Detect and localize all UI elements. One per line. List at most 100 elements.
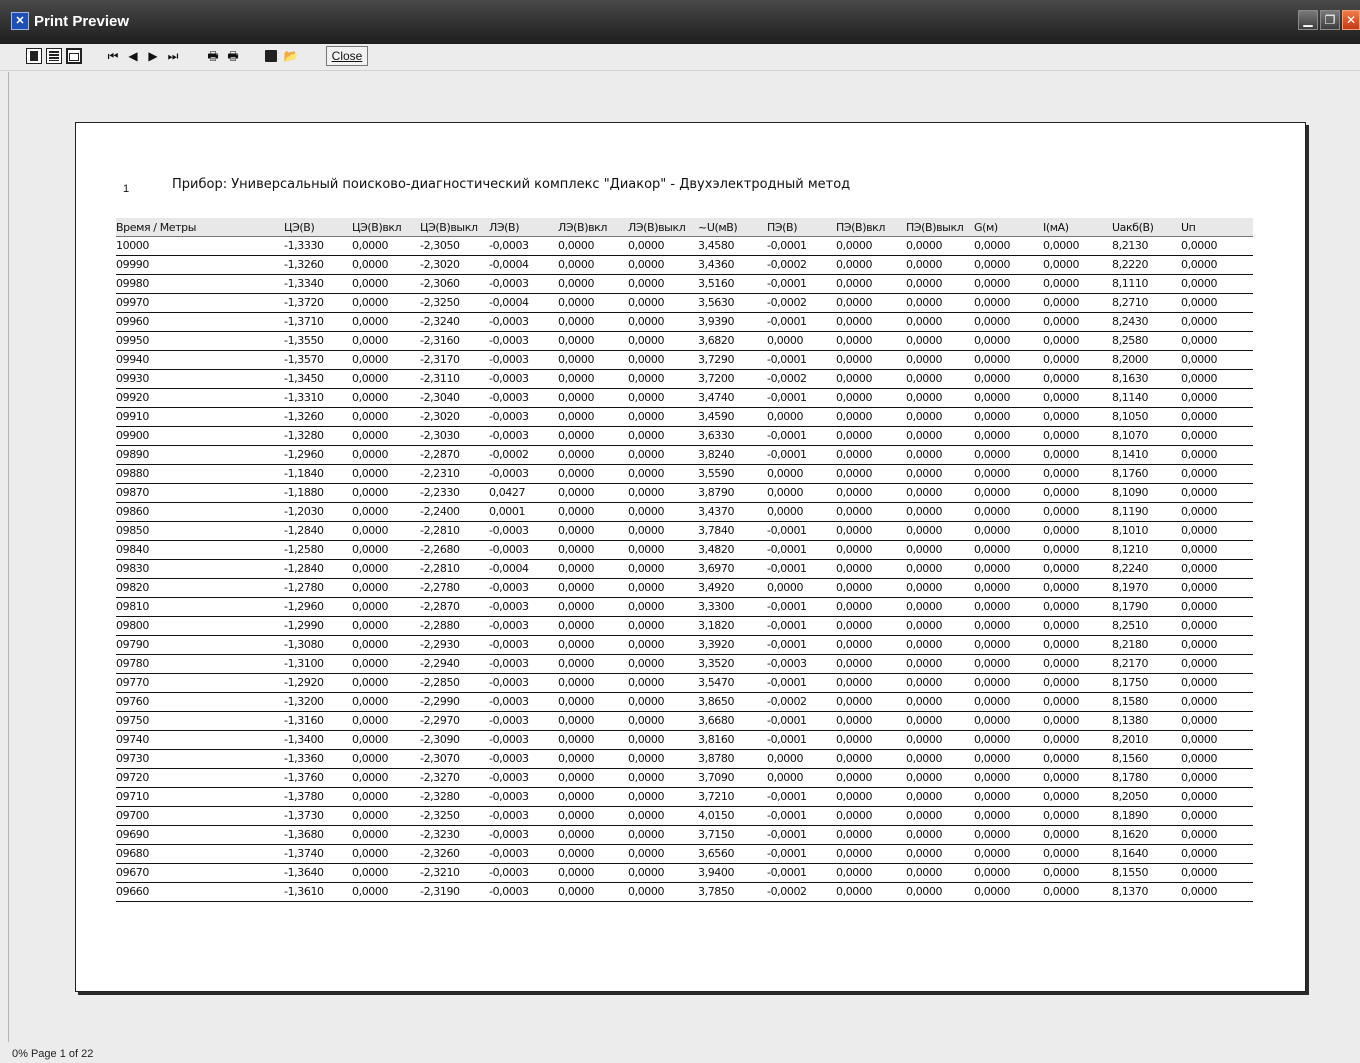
table-row: 09900 -1,3280 0,0000 -2,3030 -0,0003 0,0000 0,… [116, 427, 1253, 446]
table-cell: 0,0000 [558, 866, 595, 879]
table-cell: 3,7200 [698, 372, 735, 385]
table-cell: -1,3450 [284, 372, 324, 385]
print-setup-icon[interactable]: 🖶 [205, 48, 221, 64]
table-cell: 0,0000 [1043, 733, 1080, 746]
table-cell: 0,0000 [628, 771, 665, 784]
save-icon[interactable] [263, 48, 279, 64]
table-cell: 0,0000 [906, 657, 943, 670]
table-cell: 0,0000 [628, 334, 665, 347]
table-cell: 8,2010 [1112, 733, 1149, 746]
table-cell: 3,8650 [698, 695, 735, 708]
last-page-icon[interactable]: ⏭ [165, 48, 181, 64]
table-cell: 0,0000 [906, 581, 943, 594]
table-cell: 0,0000 [836, 828, 873, 841]
table-header: Время / Метры ЦЭ(В) ЦЭ(В)вкл ЦЭ(В)выкл ЛЭ(В)… [116, 218, 1253, 237]
table-cell: 0,0000 [906, 695, 943, 708]
table-cell: -1,3570 [284, 353, 324, 366]
table-cell: -2,3270 [420, 771, 460, 784]
table-cell: 0,0000 [906, 638, 943, 651]
table-cell: 0,0000 [1181, 600, 1218, 613]
table-cell: 0,0000 [558, 334, 595, 347]
table-cell: 0,0000 [1181, 695, 1218, 708]
minimize-icon[interactable]: ▁ [1298, 10, 1318, 30]
page-width-icon[interactable] [66, 48, 82, 64]
table-cell: 0,0000 [906, 296, 943, 309]
table-cell: 3,3300 [698, 600, 735, 613]
table-cell: 0,0000 [1043, 296, 1080, 309]
app-icon: ✕ [11, 12, 29, 30]
table-cell: -2,3060 [420, 277, 460, 290]
table-cell: 0,0000 [628, 581, 665, 594]
table-cell: 0,0000 [974, 239, 1011, 252]
table-row: 09870 -1,1880 0,0000 -2,2330 0,0427 0,0000 0,0… [116, 484, 1253, 503]
table-cell: 8,2170 [1112, 657, 1149, 670]
table-cell: 09900 [116, 429, 149, 442]
table-cell: 8,1640 [1112, 847, 1149, 860]
table-cell: 0,0000 [974, 695, 1011, 708]
table-cell: 0,0000 [628, 429, 665, 442]
table-cell: 0,0000 [1043, 448, 1080, 461]
restore-icon[interactable]: ❐ [1320, 10, 1340, 30]
table-cell: -2,2930 [420, 638, 460, 651]
table-cell: -1,2960 [284, 600, 324, 613]
table-cell: -0,0003 [489, 372, 529, 385]
table-cell: 0,0000 [1181, 448, 1218, 461]
table-cell: -1,2990 [284, 619, 324, 632]
table-cell: 0,0000 [558, 714, 595, 727]
open-icon[interactable]: 📂 [283, 48, 299, 64]
table-cell: -2,2870 [420, 448, 460, 461]
table-cell: -0,0001 [767, 543, 807, 556]
table-cell: 0,0000 [974, 828, 1011, 841]
table-cell: -0,0004 [489, 258, 529, 271]
table-cell: 0,0000 [558, 429, 595, 442]
table-cell: 0,0000 [836, 619, 873, 632]
table-cell: 0,0000 [1043, 258, 1080, 271]
table-cell: 0,0000 [1043, 334, 1080, 347]
table-cell: 0,0000 [628, 638, 665, 651]
table-cell: 8,1050 [1112, 410, 1149, 423]
table-cell: 8,1210 [1112, 543, 1149, 556]
table-cell: 0,0000 [974, 676, 1011, 689]
two-pages-icon[interactable] [46, 48, 62, 64]
table-cell: -0,0001 [767, 866, 807, 879]
table-cell: 09970 [116, 296, 149, 309]
table-cell: 0,0000 [628, 353, 665, 366]
table-cell: 0,0000 [836, 790, 873, 803]
table-cell: 0,0000 [352, 885, 389, 898]
table-cell: 8,2430 [1112, 315, 1149, 328]
table-row: 09680 -1,3740 0,0000 -2,3260 -0,0003 0,0000 0,… [116, 845, 1253, 864]
table-cell: 8,1110 [1112, 277, 1149, 290]
close-icon[interactable]: ✕ [1342, 10, 1360, 30]
table-cell: 0,0000 [1043, 790, 1080, 803]
table-cell: 0,0000 [974, 296, 1011, 309]
table-cell: -1,2030 [284, 505, 324, 518]
table-cell: 0,0000 [1181, 239, 1218, 252]
table-cell: 0,0000 [558, 885, 595, 898]
table-cell: 0,0000 [1043, 847, 1080, 860]
print-icon[interactable]: 🖶 [225, 48, 241, 64]
table-cell: 0,0000 [906, 847, 943, 860]
table-cell: 0,0000 [836, 524, 873, 537]
table-row: 09830 -1,2840 0,0000 -2,2810 -0,0004 0,0000 0,… [116, 560, 1253, 579]
table-cell: 3,7210 [698, 790, 735, 803]
table-cell: 0,0000 [906, 258, 943, 271]
table-cell: 0,0000 [836, 258, 873, 271]
table-cell: 0,0000 [836, 695, 873, 708]
table-cell: 0,0000 [906, 467, 943, 480]
table-cell: -0,0003 [489, 790, 529, 803]
table-cell: -0,0003 [489, 809, 529, 822]
table-cell: 0,0000 [836, 771, 873, 784]
prev-page-icon[interactable]: ◀ [125, 48, 141, 64]
table-cell: 0,0000 [558, 372, 595, 385]
one-page-icon[interactable] [26, 48, 42, 64]
table-cell: 0,0000 [767, 581, 804, 594]
close-button[interactable]: Close [326, 46, 368, 66]
first-page-icon[interactable]: ⏮ [105, 48, 121, 64]
next-page-icon[interactable]: ▶ [145, 48, 161, 64]
table-cell: -0,0001 [767, 562, 807, 575]
table-cell: 0,0000 [1181, 467, 1218, 480]
table-cell: 0,0000 [628, 562, 665, 575]
table-cell: 0,0000 [906, 334, 943, 347]
table-cell: -0,0002 [767, 885, 807, 898]
table-cell: -0,0001 [767, 524, 807, 537]
